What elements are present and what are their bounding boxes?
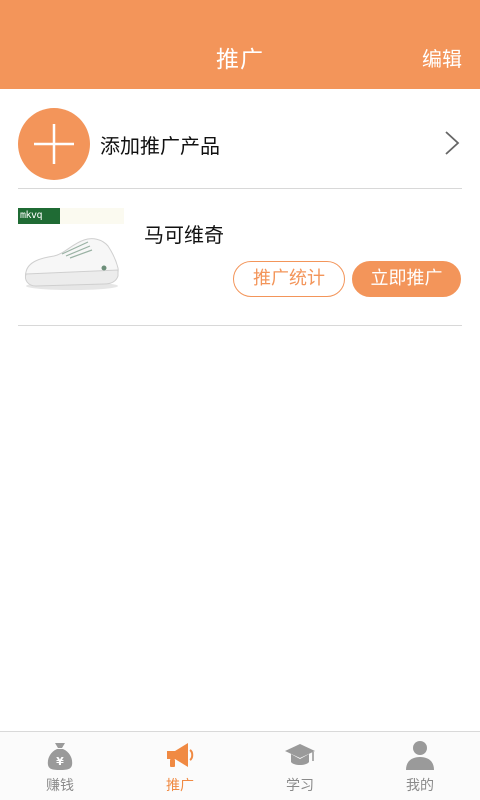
tab-earn[interactable]: ¥ 赚钱 bbox=[0, 732, 120, 800]
product-image[interactable]: mkvq bbox=[18, 206, 124, 296]
divider bbox=[18, 188, 462, 189]
app-header: 推广 编辑 bbox=[0, 0, 480, 89]
promotion-stats-button[interactable]: 推广统计 bbox=[233, 261, 345, 297]
graduation-cap-icon bbox=[285, 744, 315, 765]
tab-label: 推广 bbox=[166, 778, 194, 794]
divider bbox=[18, 325, 462, 326]
promote-now-button[interactable]: 立即推广 bbox=[352, 261, 461, 297]
chevron-right-icon bbox=[444, 130, 460, 160]
tab-label: 我的 bbox=[406, 778, 434, 794]
page-title: 推广 bbox=[216, 47, 264, 73]
svg-text:¥: ¥ bbox=[56, 755, 64, 768]
product-item[interactable]: mkvq 马可维奇 推广统计 立即推广 bbox=[18, 206, 462, 316]
user-icon bbox=[406, 741, 434, 770]
plus-icon bbox=[18, 108, 90, 180]
add-product-row[interactable]: 添加推广产品 bbox=[18, 108, 462, 180]
product-name: 马可维奇 bbox=[144, 223, 224, 247]
tab-mine[interactable]: 我的 bbox=[360, 732, 480, 800]
tab-promote[interactable]: 推广 bbox=[120, 732, 240, 800]
money-bag-icon: ¥ bbox=[47, 743, 73, 770]
tab-learn[interactable]: 学习 bbox=[240, 732, 360, 800]
tab-label: 学习 bbox=[286, 778, 314, 794]
bottom-tab-bar: ¥ 赚钱 推广 学习 我的 bbox=[0, 731, 480, 800]
edit-button[interactable]: 编辑 bbox=[422, 43, 462, 72]
sneaker-icon bbox=[25, 238, 119, 290]
tab-label: 赚钱 bbox=[46, 778, 74, 794]
megaphone-icon bbox=[167, 743, 194, 767]
add-product-label: 添加推广产品 bbox=[100, 134, 220, 158]
